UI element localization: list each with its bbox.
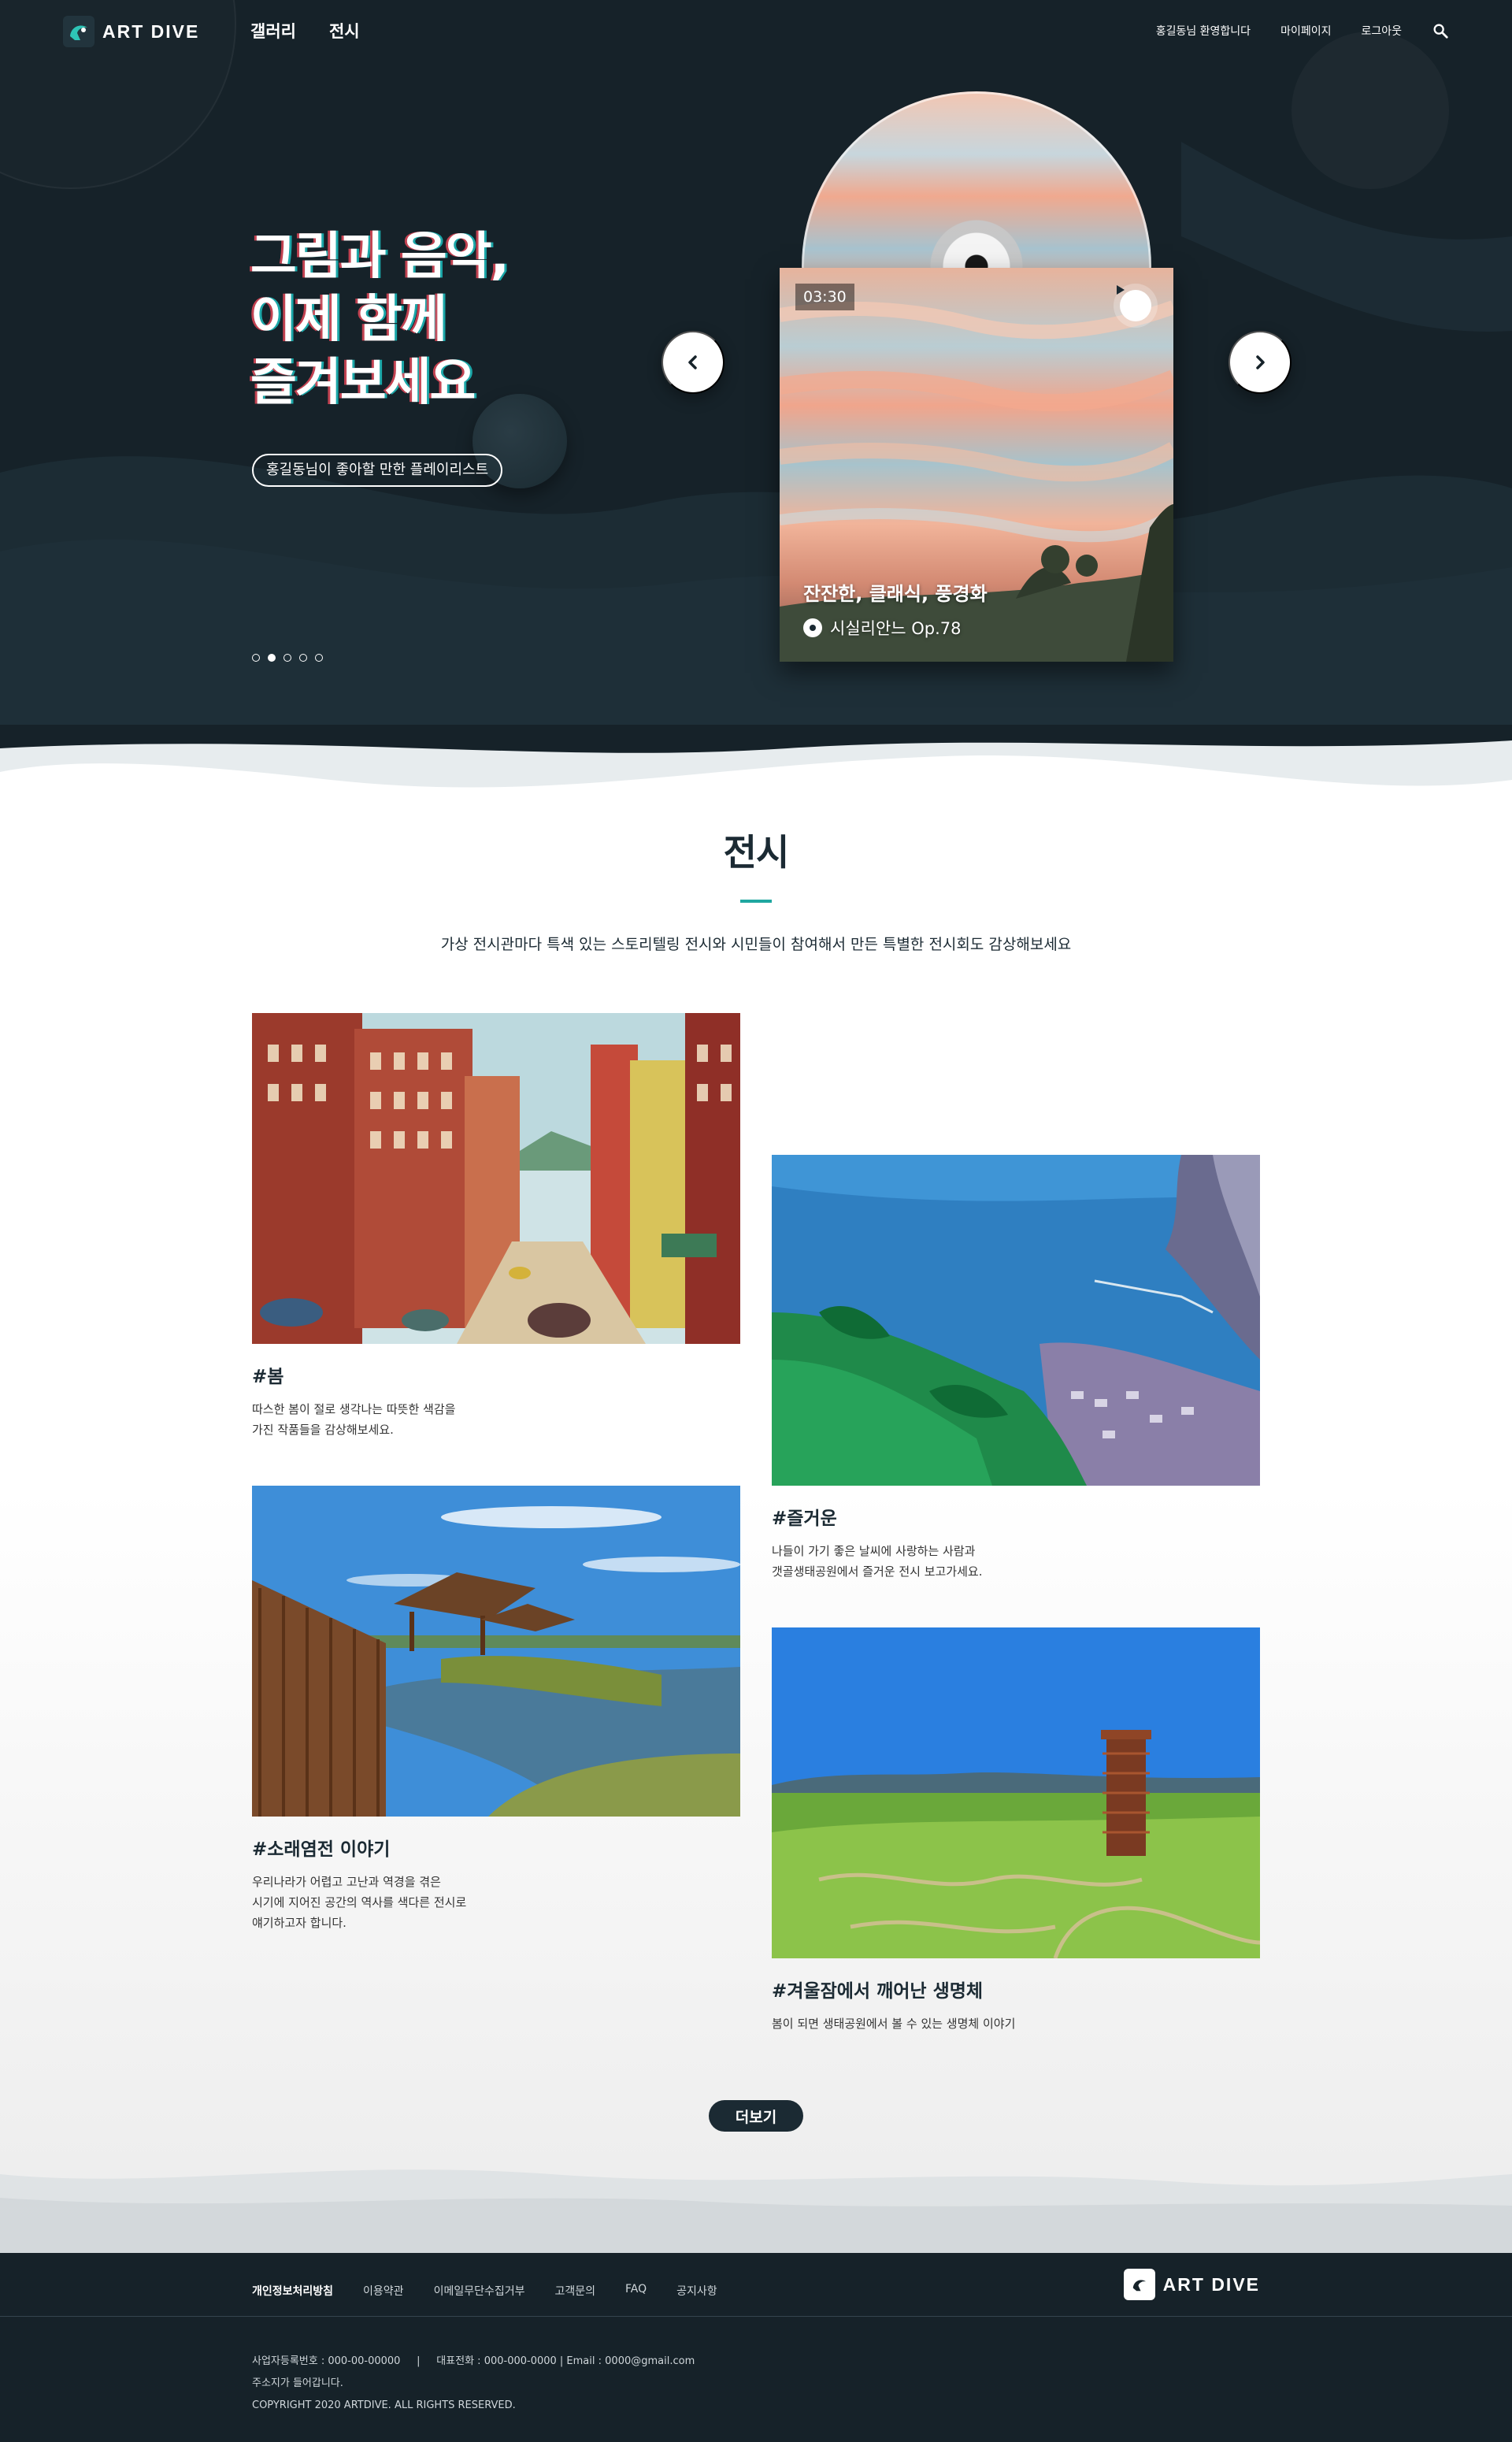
menu-gallery[interactable]: 갤러리 bbox=[250, 19, 296, 43]
salt-farm-pavilion-image bbox=[252, 1486, 740, 1817]
card-tag[interactable]: #즐거운 bbox=[772, 1503, 1260, 1530]
section-title: 전시 bbox=[723, 831, 790, 874]
hero-headline: 그림과 음악, 이제 함께 즐겨보세요 bbox=[250, 228, 510, 412]
footer-link-terms[interactable]: 이용약관 bbox=[363, 2283, 404, 2299]
cd-icon bbox=[803, 618, 822, 637]
mypage-link[interactable]: 마이페이지 bbox=[1280, 23, 1331, 39]
footer-link-email-policy[interactable]: 이메일무단수집거부 bbox=[434, 2283, 525, 2299]
title-underline bbox=[740, 900, 772, 903]
next-slide-button[interactable] bbox=[1228, 331, 1292, 394]
prev-slide-button[interactable] bbox=[662, 331, 724, 394]
section-description: 가상 전시관마다 특색 있는 스토리텔링 전시와 시민들이 참여해서 만든 특별… bbox=[440, 936, 1072, 953]
section-wave-bottom bbox=[0, 2169, 1512, 2253]
card-description: 나들이 가기 좋은 날씨에 사랑하는 사람과 갯골생태공원에서 즐거운 전시 보… bbox=[772, 1544, 983, 1579]
exhibition-card[interactable]: #즐거운 나들이 가기 좋은 날씨에 사랑하는 사람과 갯골생태공원에서 즐거운… bbox=[772, 1155, 1260, 1582]
hero-section: ART DIVE 갤러리 전시 홍길동님 환영합니다 마이페이지 로그아웃 그림… bbox=[0, 0, 1512, 725]
card-description: 우리나라가 어렵고 고난과 역경을 겪은 시기에 지어진 공간의 역사를 색다른… bbox=[252, 1875, 467, 1930]
footer-divider bbox=[0, 2316, 1512, 2317]
playlist-pill[interactable]: 홍길동님이 좋아할 만한 플레이리스트 bbox=[252, 454, 503, 487]
card-thumbnail[interactable] bbox=[772, 1627, 1260, 1958]
company-info-line: 사업자등록번호 : 000-00-00000 | 대표전화 : 000-000-… bbox=[252, 2351, 695, 2373]
footer-link-contact[interactable]: 고객문의 bbox=[555, 2283, 596, 2299]
card-tag[interactable]: #소래염전 이야기 bbox=[252, 1834, 740, 1861]
card-thumbnail[interactable] bbox=[252, 1486, 740, 1817]
slide-dot-active[interactable] bbox=[268, 654, 276, 662]
more-button[interactable]: 더보기 bbox=[709, 2100, 803, 2132]
card-tag[interactable]: #봄 bbox=[252, 1361, 740, 1388]
slide-dot[interactable] bbox=[284, 654, 291, 662]
footer-logo-text: ART DIVE bbox=[1162, 2273, 1260, 2295]
card-description: 따스한 봄이 절로 생각나는 따뜻한 색감을 가진 작품들을 감상해보세요. bbox=[252, 1402, 456, 1437]
email: | Email : 0000@gmail.com bbox=[559, 2355, 695, 2367]
search-icon[interactable] bbox=[1432, 22, 1449, 39]
slide-dot[interactable] bbox=[315, 654, 323, 662]
footer-links: 개인정보처리방침 이용약관 이메일무단수집거부 고객문의 FAQ 공지사항 bbox=[252, 2283, 717, 2299]
street-painting-image bbox=[252, 1013, 740, 1344]
play-icon bbox=[1117, 285, 1125, 295]
now-playing-track: 시실리안느 Op.78 bbox=[803, 616, 962, 640]
observation-tower-image bbox=[772, 1627, 1260, 1958]
separator: | bbox=[417, 2355, 421, 2367]
logo-text: ART DIVE bbox=[102, 20, 200, 42]
utility-menu: 홍길동님 환영합니다 마이페이지 로그아웃 bbox=[1156, 22, 1449, 39]
exhibition-card[interactable]: #봄 따스한 봄이 절로 생각나는 따뜻한 색감을 가진 작품들을 감상해보세요… bbox=[252, 1013, 740, 1440]
menu-exhibition[interactable]: 전시 bbox=[329, 19, 360, 43]
footer-link-notice[interactable]: 공지사항 bbox=[676, 2283, 717, 2299]
site-footer: 개인정보처리방침 이용약관 이메일무단수집거부 고객문의 FAQ 공지사항 AR… bbox=[0, 2253, 1512, 2442]
play-button[interactable] bbox=[1114, 284, 1158, 328]
chevron-right-icon bbox=[1256, 355, 1265, 369]
business-number: 사업자등록번호 : 000-00-00000 bbox=[252, 2355, 401, 2367]
footer-logo[interactable]: ART DIVE bbox=[1123, 2269, 1260, 2300]
main-menu: 갤러리 전시 bbox=[250, 19, 360, 43]
track-duration: 03:30 bbox=[795, 284, 854, 310]
card-tag[interactable]: #겨울잠에서 깨어난 생명체 bbox=[772, 1976, 1260, 2002]
harbor-painting-image bbox=[772, 1155, 1260, 1486]
slide-indicator bbox=[252, 654, 323, 662]
copyright: COPYRIGHT 2020 ARTDIVE. ALL RIGHTS RESER… bbox=[252, 2399, 516, 2411]
phone-number: 대표전화 : 000-000-0000 bbox=[436, 2355, 557, 2367]
album-card[interactable]: 03:30 잔잔한, 클래식, 풍경화 시실리안느 Op.78 bbox=[780, 268, 1173, 662]
top-navigation: ART DIVE 갤러리 전시 홍길동님 환영합니다 마이페이지 로그아웃 bbox=[0, 0, 1512, 63]
playlist-title: 잔잔한, 클래식, 풍경화 bbox=[803, 583, 988, 605]
art-dive-logo-icon bbox=[1123, 2269, 1155, 2300]
address: 주소지가 들어갑니다. bbox=[252, 2377, 343, 2389]
track-name: 시실리안느 Op.78 bbox=[830, 619, 962, 638]
logout-link[interactable]: 로그아웃 bbox=[1361, 23, 1402, 39]
card-thumbnail[interactable] bbox=[772, 1155, 1260, 1486]
art-dive-logo-icon bbox=[63, 16, 94, 47]
chevron-left-icon bbox=[688, 355, 697, 369]
footer-link-privacy[interactable]: 개인정보처리방침 bbox=[252, 2283, 333, 2299]
welcome-text: 홍길동님 환영합니다 bbox=[1155, 25, 1251, 38]
company-info: 사업자등록번호 : 000-00-00000 | 대표전화 : 000-000-… bbox=[252, 2351, 695, 2417]
card-description: 봄이 되면 생태공원에서 볼 수 있는 생명체 이야기 bbox=[772, 2017, 1016, 2031]
footer-link-faq[interactable]: FAQ bbox=[625, 2283, 647, 2299]
exhibition-section: 전시 가상 전시관마다 특색 있는 스토리텔링 전시와 시민들이 참여해서 만든… bbox=[0, 725, 1512, 2253]
section-wave-top bbox=[0, 725, 1512, 811]
logo[interactable]: ART DIVE bbox=[63, 16, 199, 47]
slide-dot[interactable] bbox=[252, 654, 260, 662]
card-thumbnail[interactable] bbox=[252, 1013, 740, 1344]
slide-dot[interactable] bbox=[299, 654, 307, 662]
exhibition-card[interactable]: #소래염전 이야기 우리나라가 어렵고 고난과 역경을 겪은 시기에 지어진 공… bbox=[252, 1486, 740, 1933]
exhibition-card[interactable]: #겨울잠에서 깨어난 생명체 봄이 되면 생태공원에서 볼 수 있는 생명체 이… bbox=[772, 1627, 1260, 2034]
